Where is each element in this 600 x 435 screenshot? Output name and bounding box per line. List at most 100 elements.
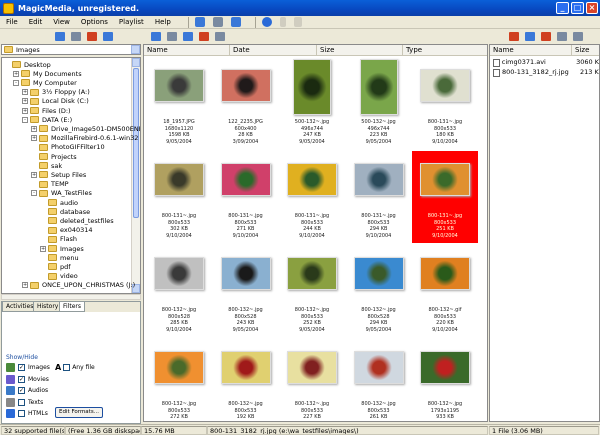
- col-header-size[interactable]: Size: [317, 45, 403, 56]
- thumbnail-image[interactable]: [154, 351, 204, 384]
- col-header-name[interactable]: Name: [144, 45, 230, 56]
- save-icon[interactable]: [557, 32, 567, 41]
- settings-icon[interactable]: [194, 17, 205, 27]
- tree-item[interactable]: Desktop: [4, 60, 51, 69]
- tree-hscrollbar[interactable]: [1, 294, 141, 300]
- playlist-icon[interactable]: [525, 32, 535, 41]
- edit-formats-button[interactable]: Edit Formats...: [55, 407, 103, 418]
- menu-playlist[interactable]: Playlist: [119, 18, 144, 26]
- tab-history[interactable]: History: [33, 302, 63, 312]
- col-header-type[interactable]: Type: [403, 45, 487, 56]
- remove-icon[interactable]: [199, 32, 209, 41]
- help-icon[interactable]: [261, 17, 272, 27]
- thumbnail-image[interactable]: [359, 59, 398, 115]
- thumbnail-item[interactable]: 800-131~.jpg 800x533 251 KB 9/10/2004: [412, 151, 478, 243]
- thumbnail-image[interactable]: [353, 257, 404, 290]
- scroll-up-button[interactable]: [132, 58, 140, 67]
- maximize-button[interactable]: □: [571, 2, 584, 14]
- play-icon[interactable]: [509, 32, 519, 41]
- playlist-row[interactable]: 800-131_3182_rj.jpg 213 K: [493, 68, 599, 77]
- thumbnail-item[interactable]: 18_1957.JPG 1680x1120 1598 KB 9/05/2004: [146, 57, 212, 149]
- collapse-icon[interactable]: -: [31, 190, 37, 197]
- thumbnail-image[interactable]: [220, 351, 271, 384]
- tree-item[interactable]: +3½ Floppy (A:): [22, 88, 90, 97]
- menu-help[interactable]: Help: [155, 18, 171, 26]
- thumbnail-item[interactable]: 800-132~.jpg800x533272 KB9/05/2004: [146, 339, 212, 421]
- tree-item[interactable]: - WA_TestFiles: [31, 189, 92, 198]
- thumbnail-image[interactable]: [353, 163, 404, 196]
- forward-icon[interactable]: [293, 17, 302, 27]
- thumbnail-image[interactable]: [420, 163, 470, 196]
- thumbnail-image[interactable]: [287, 163, 337, 196]
- filter-checkbox[interactable]: ✓: [18, 375, 25, 383]
- filter-checkbox[interactable]: ✓: [18, 387, 25, 394]
- thumbnail-image[interactable]: [154, 69, 204, 102]
- select-all-icon[interactable]: [215, 32, 225, 41]
- tree-item[interactable]: deleted_testfiles: [40, 216, 114, 225]
- tree-item[interactable]: Projects: [31, 152, 77, 161]
- thumbnail-image[interactable]: [420, 69, 470, 102]
- expand-icon[interactable]: +: [22, 107, 28, 114]
- thumbnail-image[interactable]: [220, 163, 271, 196]
- expand-icon[interactable]: +: [22, 282, 28, 289]
- thumbnail-item[interactable]: 800-132~.gif 800x533 220 KB 9/10/2004: [412, 245, 478, 337]
- tree-item[interactable]: - DATA (E:): [22, 115, 72, 124]
- thumbnail-image[interactable]: [287, 257, 337, 290]
- thumbnail-item[interactable]: 800-131~.jpg 800x533 302 KB 9/10/2004: [146, 151, 212, 243]
- tree-item[interactable]: + Setup Files: [31, 170, 86, 179]
- thumbnail-image[interactable]: [420, 257, 470, 290]
- chevron-down-icon[interactable]: [131, 45, 140, 54]
- tree-item[interactable]: pdf: [40, 262, 71, 271]
- thumbnail-item[interactable]: 800-132~.jpg800x533261 KB9/05/2004: [346, 339, 412, 421]
- filter-checkbox[interactable]: [18, 398, 25, 406]
- menu-edit[interactable]: Edit: [29, 18, 43, 26]
- thumbnail-item[interactable]: 800-131~.jpg 800x533 271 KB 9/10/2004: [213, 151, 279, 243]
- menu-options[interactable]: Options: [81, 18, 108, 26]
- any-file-checkbox[interactable]: [63, 364, 71, 371]
- crop-icon[interactable]: [183, 32, 193, 41]
- thumbnail-image[interactable]: [287, 351, 337, 384]
- filter-checkbox[interactable]: ✓: [18, 364, 25, 371]
- close-button[interactable]: ×: [586, 2, 598, 14]
- filter-checkbox[interactable]: [18, 410, 25, 417]
- tree-item[interactable]: + ONCE_UPON_CHRISTMAS (J:): [22, 281, 135, 290]
- tree-item[interactable]: + Images: [40, 244, 84, 253]
- tree-item[interactable]: database: [40, 207, 90, 216]
- thumbnail-item[interactable]: 500-132~.jpg 496x744 247 KB 9/05/2004: [279, 57, 345, 149]
- col-header-date[interactable]: Date: [230, 45, 317, 56]
- thumbnail-item[interactable]: 800-132~.jpg 800x528 285 KB 9/10/2004: [146, 245, 212, 337]
- thumbnail-item[interactable]: 800-132~.jpg800x533192 KB9/05/2004: [213, 339, 279, 421]
- collapse-icon[interactable]: -: [22, 116, 28, 123]
- refresh-icon[interactable]: [230, 17, 241, 27]
- thumbnail-image[interactable]: [353, 351, 404, 384]
- tree-item[interactable]: PhotoGIFFilter10: [31, 143, 105, 152]
- expand-icon[interactable]: +: [13, 70, 19, 77]
- collapse-icon[interactable]: -: [13, 79, 19, 86]
- thumbnail-item[interactable]: 500-132~.jpg 496x744 223 KB 9/05/2004: [346, 57, 412, 149]
- thumbnail-item[interactable]: 122_2235.JPG 600x400 28 KB 3/09/2004: [213, 57, 279, 149]
- expand-icon[interactable]: +: [31, 171, 37, 178]
- tree-item[interactable]: TEMP: [31, 180, 69, 189]
- tree-item[interactable]: + Drive_Image501-DM500ENEU: [31, 124, 140, 133]
- menu-view[interactable]: View: [53, 18, 70, 26]
- thumbnail-image[interactable]: [154, 257, 204, 290]
- tree-item[interactable]: audio: [40, 198, 78, 207]
- tree-item[interactable]: sak: [31, 161, 62, 170]
- path-combo[interactable]: Images: [1, 44, 141, 55]
- scroll-thumb[interactable]: [133, 68, 139, 218]
- thumbnail-image[interactable]: [220, 257, 271, 290]
- thumbnail-item[interactable]: 800-132~.jpg1793x1195933 KB9/05/2004: [412, 339, 478, 421]
- expand-icon[interactable]: +: [22, 98, 28, 105]
- minimize-button[interactable]: _: [556, 2, 569, 14]
- tree-item[interactable]: video: [40, 272, 78, 281]
- thumbnail-item[interactable]: 800-132~.jpg 800x528 294 KB 9/05/2004: [346, 245, 412, 337]
- tree-item[interactable]: + MozillaFirebird-0.6.1-win32: [31, 134, 138, 143]
- thumbnail-item[interactable]: 800-131~.jpg 800x533 244 KB 9/10/2004: [279, 151, 345, 243]
- expand-icon[interactable]: +: [31, 135, 37, 142]
- folder-up-icon[interactable]: [55, 32, 65, 41]
- tab-filters[interactable]: Filters: [59, 302, 85, 312]
- tree-item[interactable]: Flash: [40, 235, 77, 244]
- thumbnail-image[interactable]: [220, 69, 271, 102]
- col-header-name[interactable]: Name: [490, 45, 572, 56]
- thumbnail-image[interactable]: [293, 59, 331, 115]
